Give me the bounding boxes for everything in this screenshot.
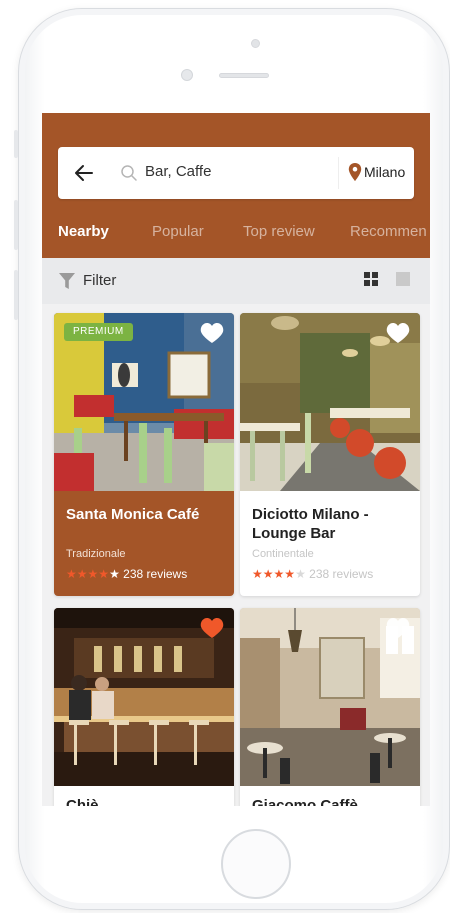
tab-popular[interactable]: Popular xyxy=(152,223,204,240)
location-selector[interactable]: Milano xyxy=(364,164,405,180)
volume-up-button xyxy=(14,200,18,250)
category-tabs: Nearby Popular Top review Recommen xyxy=(42,217,430,253)
location-pin-icon xyxy=(348,163,362,181)
venue-rating: ★★★★★ 238 reviews xyxy=(66,567,187,581)
heart-icon[interactable] xyxy=(200,617,224,639)
search-bar: Bar, Caffe Milano xyxy=(58,147,414,199)
list-view-icon[interactable] xyxy=(396,272,410,286)
search-input[interactable]: Bar, Caffe xyxy=(145,163,211,180)
filter-bar: Filter xyxy=(42,258,430,304)
venue-rating: ★★★★★ 238 reviews xyxy=(252,567,373,581)
search-divider xyxy=(338,157,339,189)
venue-name: Chiè... xyxy=(66,797,112,806)
front-camera xyxy=(251,39,260,48)
app-header: Bar, Caffe Milano Nearby Popular Top rev… xyxy=(42,113,430,258)
review-count: 238 reviews xyxy=(309,567,374,581)
star-rating: ★★★★★ xyxy=(252,567,306,581)
venue-card[interactable]: Chiè... xyxy=(54,608,234,806)
tab-top-review[interactable]: Top review xyxy=(243,223,315,240)
heart-icon[interactable] xyxy=(386,322,410,344)
volume-down-button xyxy=(14,270,18,320)
earpiece-speaker xyxy=(219,73,269,78)
filter-icon[interactable] xyxy=(58,272,76,290)
home-button[interactable] xyxy=(221,829,291,899)
heart-icon[interactable] xyxy=(200,322,224,344)
search-icon xyxy=(121,165,137,181)
premium-badge: PREMIUM xyxy=(64,323,133,341)
venue-name: Giacomo Caffè xyxy=(252,797,358,806)
tab-recommended[interactable]: Recommen xyxy=(350,223,427,240)
review-count: 238 reviews xyxy=(123,567,188,581)
venue-name: Santa Monica Café xyxy=(66,506,200,523)
venue-name: Diciotto Milano - Lounge Bar xyxy=(252,506,369,542)
venue-category: Continentale xyxy=(252,548,314,560)
heart-icon[interactable] xyxy=(386,617,410,639)
venue-card[interactable]: Giacomo Caffè xyxy=(240,608,420,806)
app-screen: Bar, Caffe Milano Nearby Popular Top rev… xyxy=(42,113,430,806)
star-rating: ★★★★★ xyxy=(66,567,120,581)
venue-card[interactable]: PREMIUM Santa Monica Café Tradizionale ★… xyxy=(54,313,234,596)
venue-card[interactable]: Diciotto Milano - Lounge Bar Continental… xyxy=(240,313,420,596)
mute-switch xyxy=(14,130,18,158)
grid-view-icon[interactable] xyxy=(364,272,378,286)
venue-category: Tradizionale xyxy=(66,548,126,560)
filter-button[interactable]: Filter xyxy=(83,272,116,289)
tab-nearby[interactable]: Nearby xyxy=(58,223,109,240)
proximity-sensor xyxy=(181,69,193,81)
back-arrow-icon[interactable] xyxy=(72,161,96,185)
